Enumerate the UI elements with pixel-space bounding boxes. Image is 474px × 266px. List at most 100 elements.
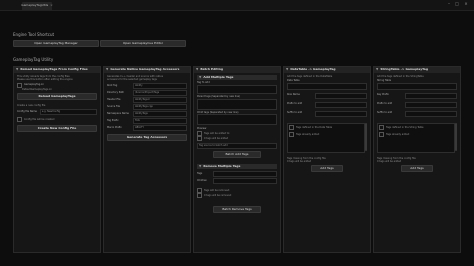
native-field-row: Tag Prefix TAG bbox=[107, 118, 187, 124]
tag-source-input[interactable]: Tag source to batch add bbox=[197, 143, 277, 150]
collapse-arrow-icon[interactable]: ▼ bbox=[106, 67, 108, 71]
add-preview-line-1: Tags will be added to: bbox=[204, 132, 230, 136]
native-field-row: Root Tag Ability bbox=[107, 83, 187, 89]
st-preview-checkbox[interactable] bbox=[379, 124, 384, 130]
window-tab-bar bbox=[0, 0, 474, 11]
stringtable-row: Key Prefix bbox=[377, 92, 457, 99]
datatable-desc: Add the tags defined in the DataTable bbox=[287, 75, 333, 78]
st-preview-line-2: Tags already added bbox=[386, 132, 410, 136]
native-field-row: Macro Prefix ABILITY bbox=[107, 125, 187, 131]
generate-accessors-button[interactable]: Generate Tag Accessors bbox=[107, 134, 187, 141]
remove-preview-line-1: Tags will be removed: bbox=[204, 189, 230, 193]
native-field-row: Source File AbilityTags.cpp bbox=[107, 104, 187, 110]
utility-title: GameplayTag Utility bbox=[13, 57, 54, 62]
datatable-row-label: Row Name bbox=[287, 93, 300, 97]
open-cue-editor-button[interactable]: Open GameplayCue Editor bbox=[100, 40, 186, 47]
native-field-input[interactable]: AbilityTags.h bbox=[133, 97, 187, 103]
datatable-picker[interactable] bbox=[287, 82, 367, 90]
stringtable-row: Prefix to add bbox=[377, 101, 457, 108]
add-preview-line-2: 0 tags will be added bbox=[204, 137, 229, 141]
dt-preview-checkbox[interactable] bbox=[289, 124, 294, 130]
collapse-arrow-icon[interactable]: ▼ bbox=[199, 164, 201, 168]
stringtable-add-button[interactable]: Add Tags bbox=[401, 164, 433, 172]
stringtable-rows: Key Prefix Prefix to add Suffix to add bbox=[377, 92, 457, 117]
batch-remove-button[interactable]: Batch Remove Tags bbox=[213, 206, 261, 214]
native-field-label: Directory Path bbox=[107, 90, 125, 94]
stringtable-scrollbar[interactable] bbox=[455, 122, 457, 151]
st-missing-line-2: 0 tags will be added bbox=[377, 159, 402, 163]
add-tags-title: Add Multiple Tags bbox=[203, 74, 234, 79]
stringtable-row-input[interactable] bbox=[405, 101, 457, 108]
tab-close-icon[interactable]: × bbox=[50, 3, 53, 7]
batch-add-button[interactable]: Batch Add Tags bbox=[213, 151, 261, 159]
config-name-label: Config file Name bbox=[17, 109, 37, 113]
dt-preview-line-1: Tags defined in the Data Table bbox=[296, 125, 333, 129]
window-tab[interactable]: GameplayTagUtils × bbox=[21, 2, 53, 10]
st-preview-line-1: Tags defined in the String Table bbox=[386, 125, 424, 129]
reload-title: Reload GameplayTags From Config Files bbox=[20, 67, 88, 72]
stringtable-row-label: Suffix to add bbox=[377, 111, 393, 115]
datatable-row-label: Suffix to add bbox=[287, 111, 303, 115]
datatable-row: Prefix to add bbox=[287, 101, 367, 108]
dt-preview-line-2: Tags already added bbox=[296, 132, 320, 136]
st-preview-checkbox-2[interactable] bbox=[379, 131, 384, 137]
collapse-arrow-icon[interactable]: ▼ bbox=[16, 67, 18, 71]
add-preview-checkbox-2[interactable] bbox=[197, 136, 202, 142]
stringtable-row-label: Prefix to add bbox=[377, 102, 393, 106]
collapse-arrow-icon[interactable]: ▼ bbox=[196, 67, 198, 71]
remove-tags-header[interactable]: ▼ Remove Multiple Tags bbox=[197, 163, 277, 170]
stringtable-title: StringTable -> GameplayTag bbox=[380, 67, 428, 72]
datatable-row: Suffix to add bbox=[287, 110, 367, 117]
collapse-arrow-icon[interactable]: ▼ bbox=[199, 75, 201, 79]
stringtable-picker[interactable] bbox=[377, 82, 457, 90]
stringtable-row: Suffix to add bbox=[377, 110, 457, 117]
native-fields: Root Tag Ability Directory Path/Source/Pro… bbox=[107, 83, 187, 131]
add-tags-header[interactable]: ▼ Add Multiple Tags bbox=[197, 75, 277, 80]
native-field-row: Namespace Name AbilityTags bbox=[107, 111, 187, 117]
stringtable-row-label: Key Prefix bbox=[377, 93, 389, 97]
native-field-label: Header File bbox=[107, 97, 121, 101]
native-field-input[interactable]: AbilityTags.cpp bbox=[133, 104, 187, 110]
minimize-icon[interactable]: – bbox=[446, 1, 452, 7]
native-field-row: Directory Path/Source/Project/Tags bbox=[107, 90, 187, 96]
stringtable-row-input[interactable] bbox=[405, 92, 457, 99]
native-field-input[interactable]: AbilityTags bbox=[133, 111, 187, 117]
tab-label: GameplayTagUtils bbox=[21, 3, 49, 8]
dt-preview-checkbox-2[interactable] bbox=[289, 131, 294, 137]
reload-tags-button[interactable]: Reload GameplayTags bbox=[17, 93, 97, 100]
close-icon[interactable]: × bbox=[463, 1, 469, 7]
native-field-input[interactable]: ABILITY bbox=[133, 125, 187, 131]
reload-column: ▼ Reload GameplayTags From Config Files T… bbox=[13, 66, 101, 253]
stringtable-desc: Add the tags defined in the StringTable bbox=[377, 75, 424, 78]
native-field-row: Header File AbilityTags.h bbox=[107, 97, 187, 103]
remove-tags-input[interactable] bbox=[213, 171, 277, 178]
datatable-row-input[interactable] bbox=[315, 92, 367, 99]
datatable-title: DataTable -> GameplayTag bbox=[290, 67, 336, 72]
open-tag-manager-button[interactable]: Open GameplayTag Manager bbox=[13, 40, 99, 47]
tag-ini-value: DefaultGameplayTags.ini bbox=[22, 88, 52, 91]
collapse-arrow-icon[interactable]: ▼ bbox=[286, 67, 288, 71]
config-created-checkbox[interactable] bbox=[17, 117, 22, 122]
tag-to-add-input[interactable] bbox=[197, 84, 277, 94]
stringtable-row-input[interactable] bbox=[405, 110, 457, 117]
stringtable-column: ▼ StringTable -> GameplayTag Add the tags… bbox=[373, 66, 461, 253]
datatable-add-button[interactable]: Add Tags bbox=[311, 164, 343, 172]
config-created-label: Config file will be created bbox=[24, 118, 55, 121]
config-name-input[interactable]: e.g. NewConfig bbox=[39, 109, 97, 115]
remove-tags-title: Remove Multiple Tags bbox=[203, 163, 241, 168]
create-config-button[interactable]: Create New Config File bbox=[17, 125, 97, 132]
remove-children-input[interactable] bbox=[213, 178, 277, 185]
collapse-arrow-icon[interactable]: ▼ bbox=[376, 67, 378, 71]
maximize-icon[interactable]: □ bbox=[454, 1, 460, 7]
datatable-scrollbar[interactable] bbox=[365, 122, 367, 151]
datatable-row-input[interactable] bbox=[315, 101, 367, 108]
child-tags-input[interactable] bbox=[197, 114, 277, 126]
parent-tags-input[interactable] bbox=[197, 98, 277, 110]
native-field-input[interactable]: Ability bbox=[133, 83, 187, 89]
datatable-row-input[interactable] bbox=[315, 110, 367, 117]
native-field-input[interactable]: /Source/Project/Tags bbox=[133, 90, 187, 96]
remove-preview-checkbox-2[interactable] bbox=[197, 193, 202, 199]
datatable-row-label: Prefix to add bbox=[287, 102, 303, 106]
remove-children-label: Children bbox=[197, 178, 207, 182]
native-field-input[interactable]: TAG bbox=[133, 118, 187, 124]
